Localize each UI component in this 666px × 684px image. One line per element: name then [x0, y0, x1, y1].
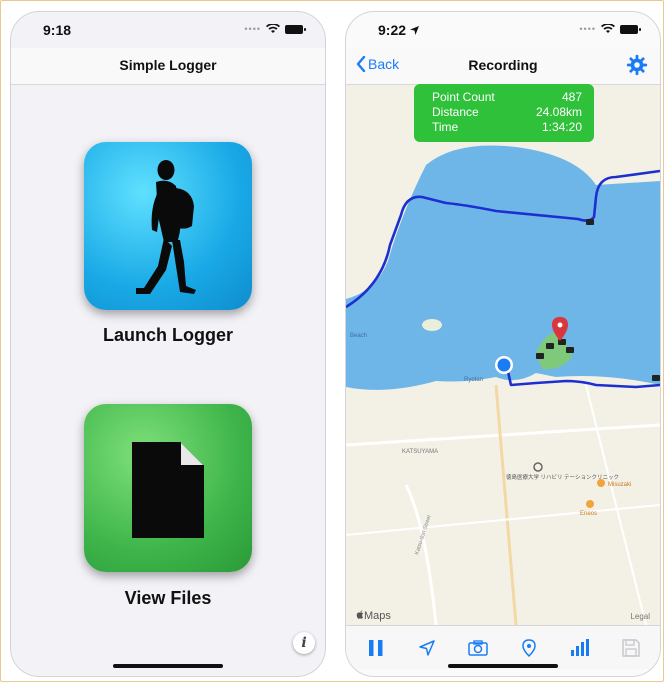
location-arrow-icon: [418, 639, 435, 656]
stats-panel: Point Count 487 Distance 24.08km Time 1:…: [414, 84, 594, 142]
navigation-bar: Back Recording: [346, 48, 660, 85]
distance-value: 24.08km: [535, 105, 582, 119]
legal-link[interactable]: Legal: [630, 612, 650, 621]
pin-icon: [521, 638, 536, 657]
battery-icon: [285, 24, 306, 34]
status-bar: 9:22 ••••: [346, 12, 660, 48]
stat-row-time: Time 1:34:20: [432, 120, 582, 135]
page-title: Simple Logger: [119, 57, 217, 73]
save-button[interactable]: [615, 632, 647, 664]
wifi-icon: [601, 24, 615, 33]
add-pin-button[interactable]: [513, 632, 545, 664]
status-bar: 9:18 ••••: [11, 12, 325, 48]
current-location-icon: [497, 358, 511, 372]
view-files-button[interactable]: [84, 404, 252, 572]
info-button[interactable]: i: [293, 632, 315, 654]
navigation-bar: Simple Logger: [11, 48, 325, 85]
pause-icon: [368, 639, 382, 656]
gear-icon: [626, 54, 648, 76]
stat-row-point-count: Point Count 487: [432, 90, 582, 105]
eneos-poi-icon: [586, 500, 594, 508]
chart-icon: [570, 638, 589, 656]
distance-label: Distance: [432, 105, 479, 119]
settings-button[interactable]: [626, 54, 648, 81]
home-indicator[interactable]: [113, 664, 223, 668]
stats-button[interactable]: [564, 632, 596, 664]
point-count-value: 487: [561, 90, 582, 104]
signal-icon: ••••: [244, 24, 261, 34]
time-value: 1:34:20: [541, 120, 582, 134]
map-label-misuzaki: Misuzaki: [608, 482, 631, 488]
status-time: 9:22: [378, 22, 419, 38]
map-canvas: KATSUYAMA 徳島医療大学 リハビリ テーションクリニック Misuzak…: [346, 85, 660, 625]
launch-logger-button[interactable]: [84, 142, 252, 310]
map-label-katsuyama: KATSUYAMA: [402, 449, 438, 455]
time-label: Time: [432, 120, 459, 134]
camera-button[interactable]: [462, 632, 494, 664]
page-title: Recording: [468, 57, 538, 73]
map-label-area: Ryotan: [464, 377, 483, 383]
island: [422, 319, 442, 331]
pause-button[interactable]: [360, 632, 392, 664]
camera-icon: [467, 639, 488, 656]
location-status-icon: [409, 26, 419, 35]
point-count-label: Point Count: [432, 90, 495, 104]
bottom-toolbar: [346, 625, 660, 669]
status-icons: ••••: [244, 24, 306, 34]
apple-logo-icon: [356, 610, 364, 619]
home-screen: 9:18 •••• Simple Logger Launch Logger Vi…: [11, 12, 325, 676]
maps-credit: Maps: [356, 610, 391, 622]
home-indicator[interactable]: [448, 664, 558, 668]
view-files-label: View Files: [124, 588, 212, 608]
info-icon: i: [301, 635, 307, 651]
wifi-icon: [266, 24, 280, 33]
walker-icon: [136, 160, 196, 294]
map-label-beach: Beach: [350, 333, 367, 339]
launch-logger-label: Launch Logger: [103, 325, 233, 345]
locate-button[interactable]: [411, 632, 443, 664]
status-time-text: 9:22: [378, 22, 407, 38]
document-icon: [132, 442, 204, 538]
status-time: 9:18: [43, 22, 72, 38]
battery-icon: [620, 24, 641, 34]
map-label-clinic: 徳島医療大学 リハビリ テーションクリニック: [506, 473, 619, 481]
status-icons: ••••: [579, 24, 641, 34]
stat-row-distance: Distance 24.08km: [432, 105, 582, 120]
save-icon: [621, 638, 640, 657]
map-view[interactable]: KATSUYAMA 徳島医療大学 リハビリ テーションクリニック Misuzak…: [346, 85, 660, 625]
signal-icon: ••••: [579, 24, 596, 34]
recording-screen: 9:22 •••• Back Recording KATSUYAMA 徳島医療大…: [346, 12, 660, 676]
maps-credit-text: Maps: [364, 610, 391, 622]
map-label-eneos: Eneos: [580, 511, 597, 517]
